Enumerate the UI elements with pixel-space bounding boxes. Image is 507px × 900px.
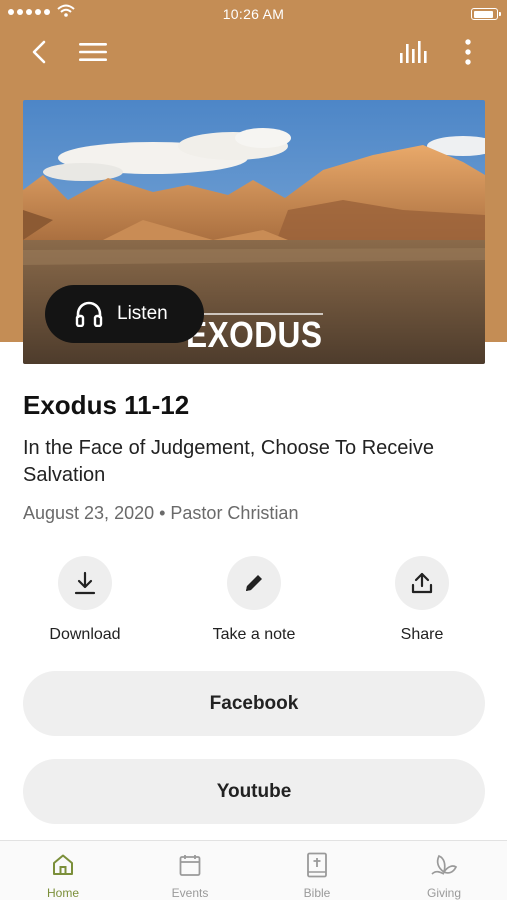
home-icon: [53, 854, 73, 875]
tab-home[interactable]: Home: [0, 841, 126, 900]
audio-player-button[interactable]: [396, 38, 432, 66]
sermon-subtitle: In the Face of Judgement, Choose To Rece…: [23, 437, 434, 486]
status-time: 10:26 AM: [222, 6, 285, 22]
listen-button[interactable]: Listen: [45, 285, 204, 343]
tab-giving-label: Giving: [426, 886, 461, 900]
calendar-icon: [179, 855, 201, 876]
giving-icon: [431, 854, 458, 875]
headphones-icon: [75, 301, 103, 327]
chevron-left-icon: [32, 40, 46, 64]
listen-label: Listen: [117, 303, 168, 324]
download-button[interactable]: Download: [25, 556, 145, 644]
more-vertical-icon: [465, 39, 471, 65]
bottom-tab-bar: Home Events Bible Giving: [0, 840, 507, 900]
tab-events-label: Events: [171, 886, 209, 900]
share-label: Share: [400, 626, 444, 643]
tab-home-label: Home: [46, 886, 79, 900]
facebook-label: Facebook: [209, 692, 299, 714]
bible-icon: [307, 852, 327, 878]
share-button[interactable]: Share: [362, 556, 482, 644]
tab-giving[interactable]: Giving: [381, 841, 507, 900]
tab-events[interactable]: Events: [127, 841, 253, 900]
pencil-icon: [246, 575, 262, 591]
menu-button[interactable]: [76, 38, 110, 66]
youtube-label: Youtube: [216, 780, 292, 802]
equalizer-icon: [400, 41, 427, 63]
battery-icon: [471, 8, 501, 20]
tab-bible[interactable]: Bible: [254, 841, 380, 900]
tab-bible-label: Bible: [303, 886, 331, 900]
take-a-note-label: Take a note: [212, 626, 296, 643]
back-button[interactable]: [24, 36, 54, 68]
status-bar: 10:26 AM: [0, 0, 507, 28]
more-options-button[interactable]: [455, 36, 481, 68]
facebook-link-button[interactable]: Facebook: [23, 671, 485, 736]
download-icon: [74, 571, 96, 595]
sermon-meta: August 23, 2020 • Pastor Christian: [23, 503, 299, 523]
youtube-link-button[interactable]: Youtube: [23, 759, 485, 824]
hero-image-title: EXODUS: [186, 314, 323, 355]
hamburger-icon: [79, 43, 107, 61]
download-label: Download: [49, 626, 121, 643]
take-a-note-button[interactable]: Take a note: [194, 556, 314, 644]
sermon-title: Exodus 11-12: [23, 390, 190, 420]
share-icon: [411, 572, 433, 594]
